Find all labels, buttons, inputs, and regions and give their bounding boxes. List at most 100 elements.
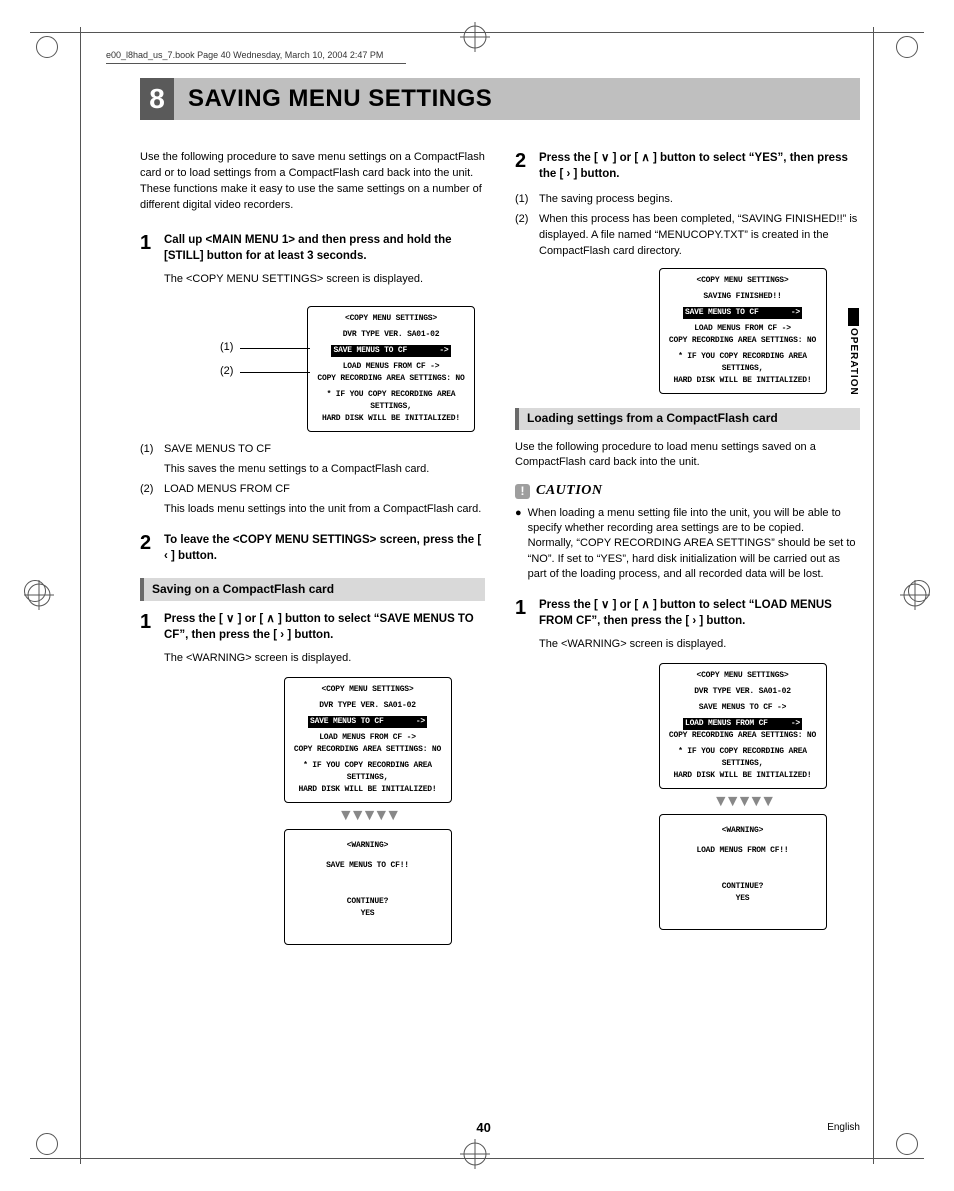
screen-line: <COPY MENU SETTINGS> [664,275,822,287]
screen-line: <COPY MENU SETTINGS> [289,684,447,696]
caution-text: ● When loading a menu setting file into … [515,506,860,583]
section-heading: Loading settings from a CompactFlash car… [515,408,860,430]
menu-screen: <COPY MENU SETTINGS> DVR TYPE VER. SA01-… [307,306,475,432]
chapter-header: 8 SAVING MENU SETTINGS [140,78,860,120]
step-number: 2 [515,150,539,182]
screen-line: * IF YOU COPY RECORDING AREA SETTINGS, [312,389,470,413]
step-block: 1 Press the [ ∨ ] or [ ∧ ] button to sel… [515,597,860,653]
screen-line: <COPY MENU SETTINGS> [664,670,822,682]
screen-line: * IF YOU COPY RECORDING AREA SETTINGS, [664,351,822,375]
caution-label: CAUTION [536,481,603,501]
step-block: 2 Press the [ ∨ ] or [ ∧ ] button to sel… [515,150,860,182]
step-block: 1 Call up <MAIN MENU 1> and then press a… [140,232,485,288]
substep-text: The saving process begins. [539,192,860,208]
callout-label: (2) [220,364,233,380]
screen-line: DVR TYPE VER. SA01-02 [312,329,470,341]
down-arrow-icon: ▼▼▼▼▼ [250,811,485,821]
registration-mark-icon [24,580,54,610]
reg-circle-icon [36,36,58,58]
screen-line: LOAD MENUS FROM CF -> [289,732,447,744]
screen-line: HARD DISK WILL BE INITIALIZED! [312,413,470,425]
step-title: To leave the <COPY MENU SETTINGS> screen… [164,532,485,564]
page-footer: 40 English [140,1120,860,1135]
chapter-number: 8 [140,78,174,120]
menu-screen: <COPY MENU SETTINGS> DVR TYPE VER. SA01-… [659,663,827,789]
legend-list: (1) SAVE MENUS TO CF This saves the menu… [140,442,485,518]
section-heading: Saving on a CompactFlash card [140,578,485,601]
screen-line: CONTINUE? [664,881,822,893]
page-number: 40 [476,1120,490,1135]
substep-num: (1) [515,192,539,208]
step-title: Press the [ ∨ ] or [ ∧ ] button to selec… [164,611,485,643]
screen-line: <WARNING> [289,840,447,852]
callout-label: (1) [220,340,233,356]
registration-mark-icon [460,22,490,52]
menu-screen: <COPY MENU SETTINGS> SAVING FINISHED!! S… [659,268,827,394]
substep: (1) The saving process begins. [515,192,860,208]
screen-line: LOAD MENUS FROM CF!! [664,845,822,857]
screen-line: * IF YOU COPY RECORDING AREA SETTINGS, [289,760,447,784]
screen-line: DVR TYPE VER. SA01-02 [289,700,447,712]
screen-line: COPY RECORDING AREA SETTINGS: NO [664,730,822,742]
warning-screen: <WARNING> LOAD MENUS FROM CF!! CONTINUE?… [659,814,827,930]
substep-num: (2) [515,212,539,260]
menu-screen: <COPY MENU SETTINGS> DVR TYPE VER. SA01-… [284,677,452,803]
step-followup: The <WARNING> screen is displayed. [164,651,485,667]
registration-mark-icon [460,1139,490,1169]
screen-line-highlight: SAVE MENUS TO CF -> [308,716,427,728]
left-column: Use the following procedure to save menu… [140,150,485,953]
legend-num: (1) [140,442,164,458]
screen-line: COPY RECORDING AREA SETTINGS: NO [664,335,822,347]
step-number: 1 [140,611,164,667]
screen-line: SAVE MENUS TO CF!! [289,860,447,872]
screen-line: COPY RECORDING AREA SETTINGS: NO [289,744,447,756]
step-block: 2 To leave the <COPY MENU SETTINGS> scre… [140,532,485,564]
screen-line-highlight: SAVE MENUS TO CF -> [683,307,802,319]
screen-line: SAVING FINISHED!! [664,291,822,303]
step-number: 1 [140,232,164,288]
screen-line: <COPY MENU SETTINGS> [312,313,470,325]
screen-line: HARD DISK WILL BE INITIALIZED! [664,770,822,782]
screen-line: HARD DISK WILL BE INITIALIZED! [289,784,447,796]
screen-line-highlight: LOAD MENUS FROM CF -> [683,718,802,730]
step-followup: The <COPY MENU SETTINGS> screen is displ… [164,272,485,288]
step-number: 2 [140,532,164,564]
chapter-title: SAVING MENU SETTINGS [188,85,492,113]
legend-text: This saves the menu settings to a Compac… [164,462,485,478]
screen-line: YES [289,908,447,920]
step-title: Call up <MAIN MENU 1> and then press and… [164,232,485,264]
down-arrow-icon: ▼▼▼▼▼ [625,797,860,807]
screen-line: DVR TYPE VER. SA01-02 [664,686,822,698]
screen-with-callouts: (1) (2) <COPY MENU SETTINGS> DVR TYPE VE… [140,298,485,428]
screen-line-highlight: SAVE MENUS TO CF -> [331,345,450,357]
screen-line: LOAD MENUS FROM CF -> [664,323,822,335]
legend-num: (2) [140,482,164,498]
screen-line: * IF YOU COPY RECORDING AREA SETTINGS, [664,746,822,770]
substep-text: When this process has been completed, “S… [539,212,860,260]
legend-text: This loads menu settings into the unit f… [164,502,485,518]
step-followup: The <WARNING> screen is displayed. [539,637,860,653]
substep: (2) When this process has been completed… [515,212,860,260]
caution-body: When loading a menu setting file into th… [528,506,860,583]
step-number: 1 [515,597,539,653]
reg-circle-icon [36,1133,58,1155]
screen-line: HARD DISK WILL BE INITIALIZED! [664,375,822,387]
step-block: 1 Press the [ ∨ ] or [ ∧ ] button to sel… [140,611,485,667]
load-intro: Use the following procedure to load menu… [515,440,860,472]
book-meta: e00_l8had_us_7.book Page 40 Wednesday, M… [106,50,406,64]
screen-line: <WARNING> [664,825,822,837]
screen-line: CONTINUE? [289,896,447,908]
book-meta-text: e00_l8had_us_7.book Page 40 Wednesday, M… [106,50,383,60]
screen-line: COPY RECORDING AREA SETTINGS: NO [312,373,470,385]
step-title: Press the [ ∨ ] or [ ∧ ] button to selec… [539,597,860,629]
registration-mark-icon [900,580,930,610]
warning-screen: <WARNING> SAVE MENUS TO CF!! CONTINUE? Y… [284,829,452,945]
step-title: Press the [ ∨ ] or [ ∧ ] button to selec… [539,150,860,182]
legend-title: LOAD MENUS FROM CF [164,482,485,498]
legend-title: SAVE MENUS TO CF [164,442,485,458]
reg-circle-icon [896,36,918,58]
screen-line: YES [664,893,822,905]
caution-icon: ! [515,484,530,499]
caution-heading: ! CAUTION [515,481,860,501]
reg-circle-icon [896,1133,918,1155]
